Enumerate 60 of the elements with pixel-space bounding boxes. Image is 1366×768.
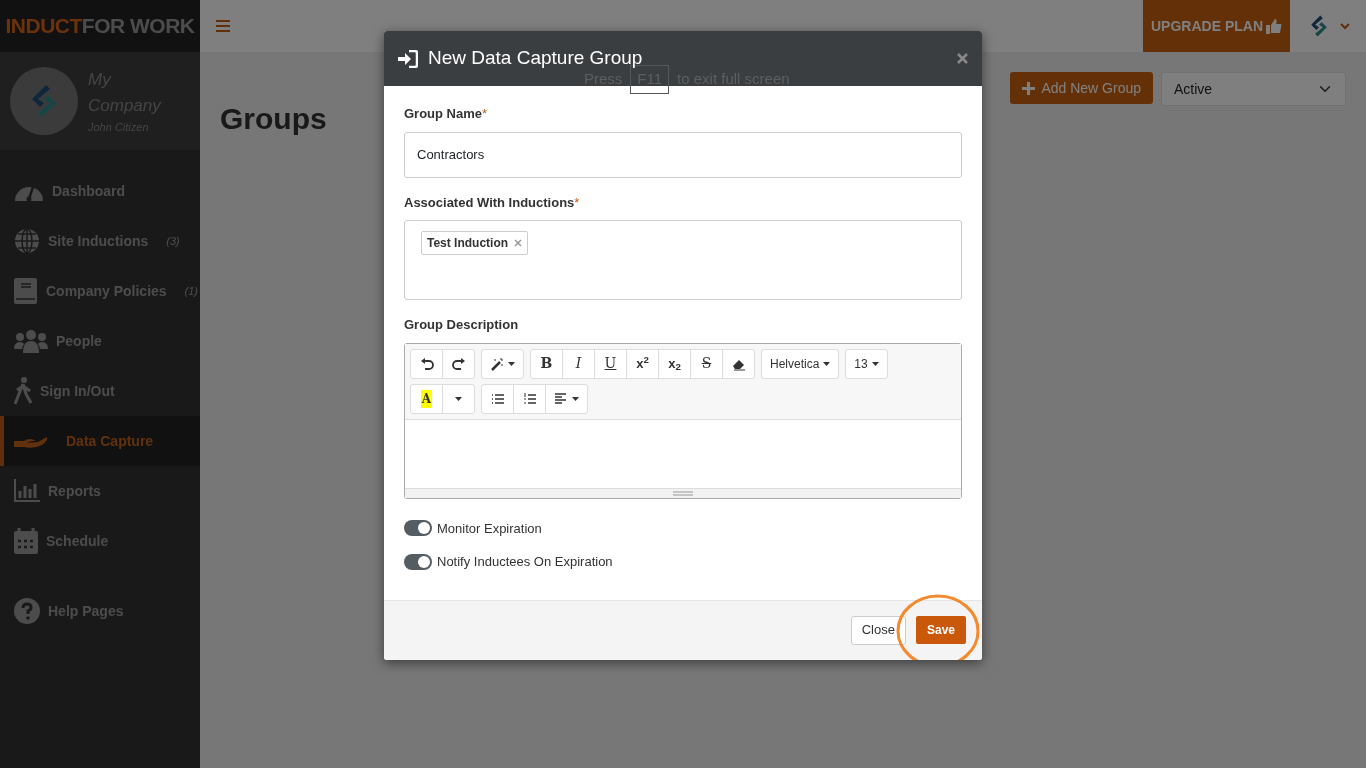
- italic-button[interactable]: I: [562, 348, 595, 379]
- menu-icon[interactable]: [216, 20, 230, 32]
- undo-icon: [419, 356, 434, 371]
- resize-handle[interactable]: [405, 487, 961, 498]
- inductions-field[interactable]: Test Induction: [404, 220, 962, 300]
- close-icon[interactable]: [957, 53, 968, 64]
- bullet-list-icon: [490, 391, 505, 406]
- caret-icon: [823, 361, 831, 366]
- induction-tag: Test Induction: [421, 231, 529, 255]
- field-label: Group Name*: [404, 105, 489, 123]
- page-title: Groups: [220, 101, 327, 137]
- walking-person-icon: [14, 377, 32, 405]
- close-button[interactable]: Close: [850, 615, 906, 645]
- color-dropdown[interactable]: [442, 383, 475, 414]
- toggle-label: Monitor Expiration: [437, 519, 542, 538]
- field-label: Group Description: [404, 316, 520, 334]
- globe-icon: [14, 228, 40, 254]
- remove-icon[interactable]: [514, 239, 523, 247]
- caret-icon: [508, 361, 515, 366]
- toggle-switch[interactable]: [404, 520, 432, 537]
- clear-format-button[interactable]: [722, 348, 755, 379]
- magic-wand-icon: [490, 356, 504, 371]
- font-size-dropdown[interactable]: 13: [845, 348, 888, 379]
- calendar-icon: [14, 528, 38, 554]
- sign-in-icon: [398, 49, 418, 68]
- numbered-list-icon: [522, 391, 537, 406]
- redo-icon: [451, 356, 466, 371]
- logo-text: FOR WORK: [81, 13, 195, 40]
- underline-button[interactable]: U: [594, 348, 627, 379]
- caret-icon: [871, 361, 879, 366]
- align-left-icon: [554, 391, 568, 406]
- strikethrough-button[interactable]: S: [690, 348, 723, 379]
- thumbs-up-icon: [1266, 18, 1282, 34]
- toggle-switch[interactable]: [404, 553, 432, 570]
- group-name-field[interactable]: Contractors: [404, 131, 962, 178]
- bullet-list-button[interactable]: [481, 383, 514, 414]
- redo-button[interactable]: [442, 348, 475, 379]
- highlight-button[interactable]: A: [410, 383, 443, 414]
- numbered-list-button[interactable]: [513, 383, 546, 414]
- field-label: Associated With Inductions*: [404, 193, 581, 212]
- bold-button[interactable]: B: [530, 348, 563, 379]
- toggle-label: Notify Inductees On Expiration: [437, 553, 613, 571]
- people-icon: [14, 329, 48, 353]
- bar-chart-icon: [14, 479, 40, 503]
- status-select[interactable]: Active: [1161, 72, 1346, 106]
- logo-text: INDUCT: [5, 13, 82, 40]
- subscript-button[interactable]: x$_{2}$: [658, 348, 691, 379]
- style-button[interactable]: [481, 348, 524, 379]
- save-button[interactable]: Save: [915, 616, 966, 644]
- description-editor[interactable]: B I U x$^{2}$ x$_{2}$ S Helvetica 13 A: [404, 342, 962, 499]
- caret-icon: [455, 396, 462, 401]
- question-icon: [14, 598, 40, 624]
- undo-button[interactable]: [410, 348, 443, 379]
- font-dropdown[interactable]: Helvetica: [761, 348, 840, 379]
- chevron-down-icon[interactable]: [1340, 22, 1350, 30]
- book-icon: [14, 278, 38, 304]
- caret-icon: [572, 396, 579, 401]
- plus-icon: [1022, 81, 1036, 95]
- align-dropdown[interactable]: [545, 383, 588, 414]
- superscript-button[interactable]: x$^{2}$: [626, 348, 659, 379]
